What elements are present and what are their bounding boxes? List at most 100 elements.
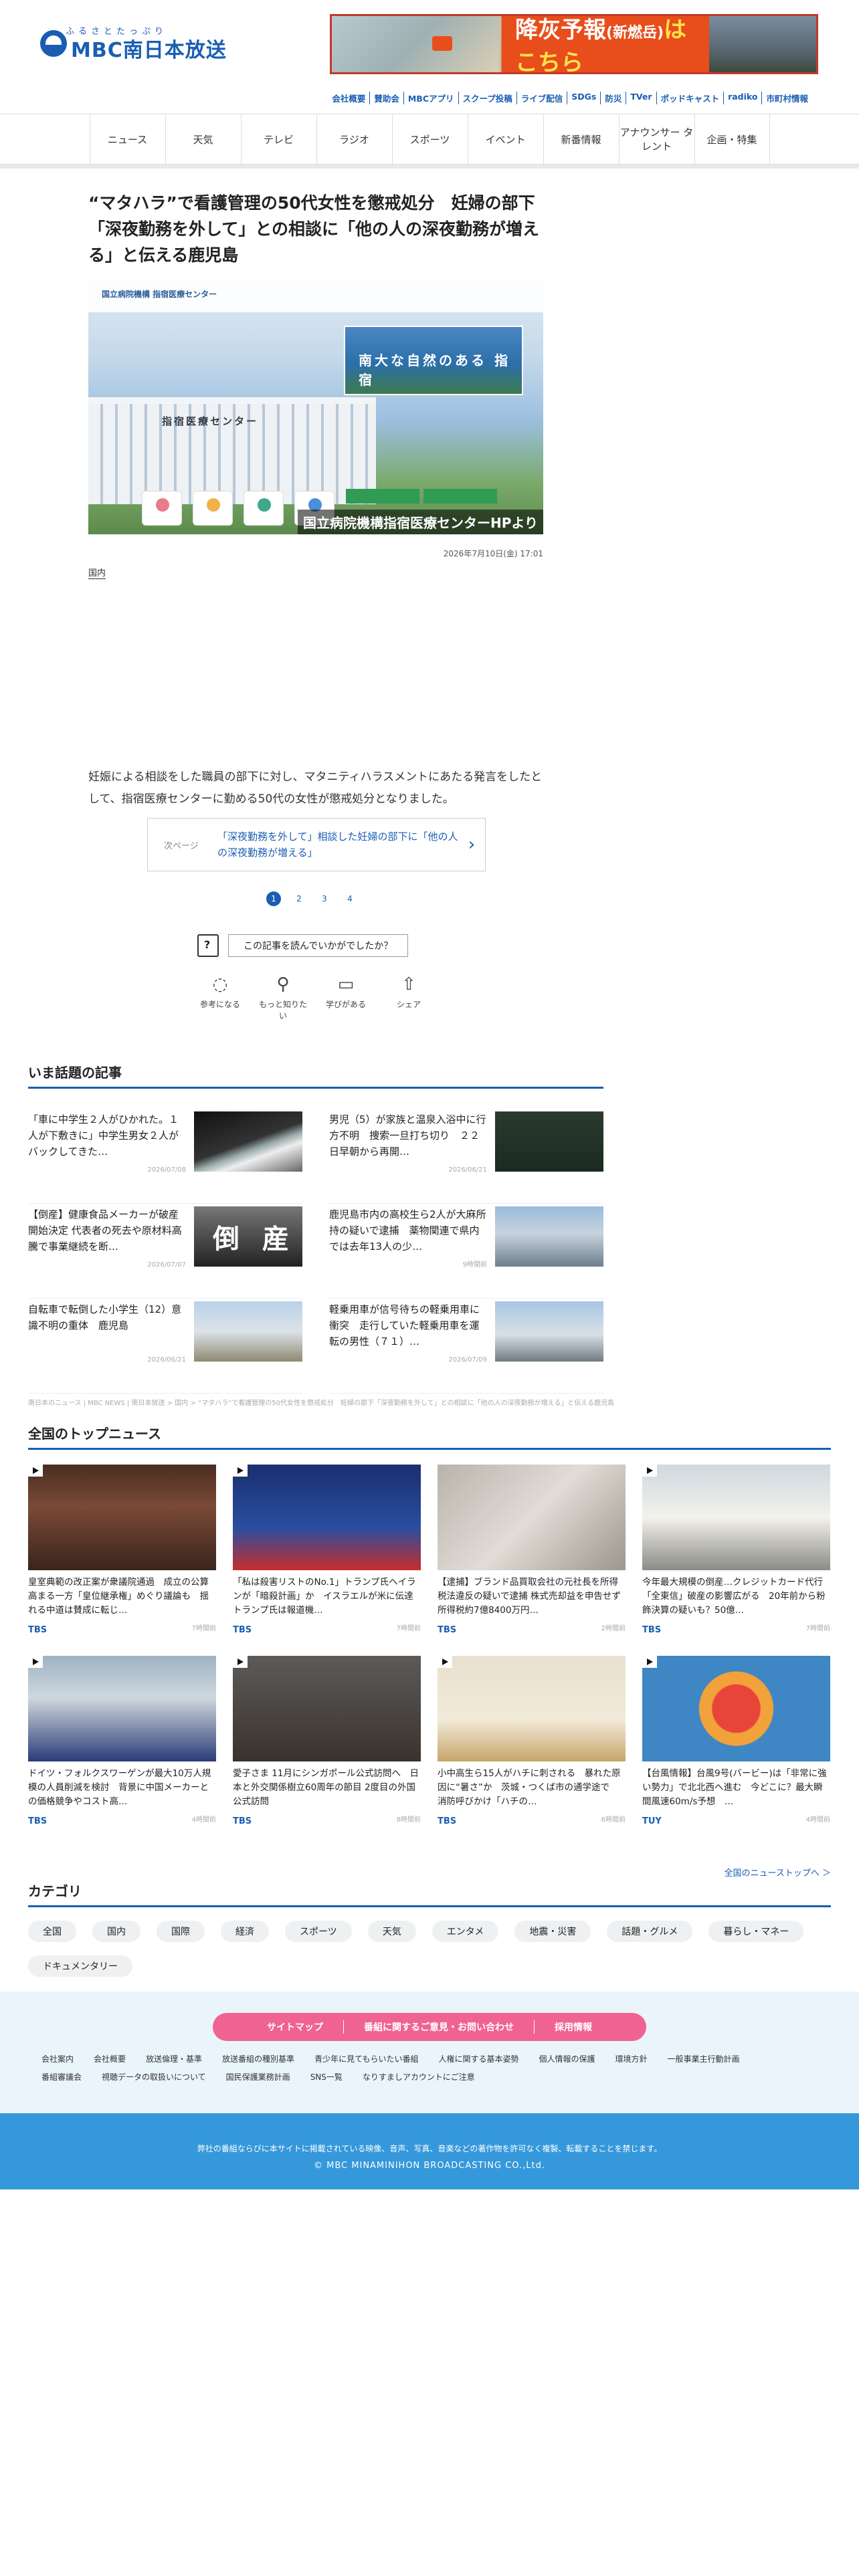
news-card[interactable]: 愛子さま 11月にシンガポール公式訪問へ 日本と外交関係樹立60周年の節目 2度… (233, 1656, 421, 1828)
category-pill[interactable]: 国際 (157, 1921, 205, 1942)
nav-item-new-programs[interactable]: 新番情報 (543, 114, 619, 164)
trending-article[interactable]: 鹿児島市内の高校生ら2人が大麻所持の疑いで逮捕 薬物関連で県内では去年13人の少… (329, 1204, 603, 1299)
footer-link[interactable]: 個人情報の保護 (539, 2053, 595, 2064)
pagination: 1 2 3 4 (266, 891, 357, 906)
sitemap-button[interactable]: サイトマップ (247, 2020, 343, 2034)
page-4[interactable]: 4 (343, 891, 357, 906)
photo-island-banner: 南大な自然のある 指宿 (344, 326, 523, 396)
trending-article[interactable]: 【倒産】健康食品メーカーが破産開始決定 代表者の死去や原材料高騰で事業継続を断…… (28, 1204, 302, 1299)
nav-item-sports[interactable]: スポーツ (391, 114, 468, 164)
footer-link[interactable]: 青少年に見てもらいたい番組 (314, 2053, 418, 2064)
trending-article[interactable]: 軽乗用車が信号待ちの軽乗用車に衝突 走行していた軽乗用車を運転の男性（７１）… 2… (329, 1299, 603, 1394)
next-page-title: 「深夜勤務を外して」相談した妊婦の部下に「他の人の深夜勤務が増える」 (217, 831, 458, 859)
thumbnail (233, 1656, 421, 1762)
footer-link[interactable]: 番組審議会 (41, 2071, 82, 2082)
footer-link[interactable]: 放送倫理・基準 (146, 2053, 202, 2064)
reaction-buttons: ◌ 参考になる ⚲ もっと知りたい ▭ 学びがある ⇧ シェア (194, 974, 435, 1021)
footer-link[interactable]: 会社概要 (94, 2053, 126, 2064)
category-pill[interactable]: 全国 (28, 1921, 76, 1942)
site-header: ふるさとたっぷり MBC南日本放送 降灰予報(新燃岳)はこちら 会社概要 賛助会… (0, 0, 859, 114)
category-pill[interactable]: 話題・グルメ (607, 1921, 693, 1942)
category-pill[interactable]: 暮らし・マネー (708, 1921, 804, 1942)
lightbulb-icon: ◌ (212, 974, 228, 994)
reaction-share[interactable]: ⇧ シェア (383, 974, 435, 1021)
util-link[interactable]: TVer (626, 92, 656, 104)
trending-article[interactable]: 自転車で転倒した小学生（12）意識不明の重体 鹿児島 2026/06/21 (28, 1299, 302, 1394)
category-tag[interactable]: 国内 (88, 566, 106, 580)
nav-item-tv[interactable]: テレビ (240, 114, 316, 164)
footer-link[interactable]: 環境方針 (615, 2053, 648, 2064)
reaction-want-more[interactable]: ⚲ もっと知りたい (257, 974, 309, 1021)
next-page-label: 次ページ (164, 841, 199, 851)
thumbnail (438, 1465, 626, 1570)
footer-link[interactable]: 国民保護業務計画 (226, 2071, 290, 2082)
reaction-learned[interactable]: ▭ 学びがある (320, 974, 372, 1021)
nav-item-announcers[interactable]: アナウンサー タレント (618, 114, 694, 164)
trending-article[interactable]: 「車に中学生２人がひかれた。１人が下敷きに」中学生男女２人がバックしてきた… 20… (28, 1109, 302, 1204)
nav-item-weather[interactable]: 天気 (165, 114, 241, 164)
news-card[interactable]: 【台風情報】台風9号(バービー)は「非常に強い勢力」で北北西へ進む 今どこに？最… (642, 1656, 830, 1828)
nav-item-radio[interactable]: ラジオ (316, 114, 392, 164)
news-card[interactable]: 【逮捕】ブランド品買取会社の元社長を所得税法違反の疑いで逮捕 株式売却益を申告せ… (438, 1465, 626, 1637)
trending-article[interactable]: 男児（5）が家族と温泉入浴中に行方不明 捜索一旦打ち切り ２２日早朝から再開… 2… (329, 1109, 603, 1204)
util-link[interactable]: 賛助会 (369, 92, 403, 104)
util-link[interactable]: SDGs (567, 92, 600, 104)
page-2[interactable]: 2 (292, 891, 306, 906)
nav-item-news[interactable]: ニュース (89, 114, 165, 164)
national-news-title: 全国のトップニュース (28, 1423, 831, 1450)
thumbnail (642, 1656, 830, 1762)
photo-button-icon (193, 491, 233, 526)
reaction-helpful[interactable]: ◌ 参考になる (194, 974, 246, 1021)
utility-links: 会社概要 賛助会 MBCアプリ スクープ投稿 ライブ配信 SDGs 防災 TVe… (328, 92, 812, 104)
footer-link[interactable]: 放送番組の種別基準 (222, 2053, 294, 2064)
site-logo[interactable]: MBC南日本放送 (40, 24, 227, 63)
util-link[interactable]: スクープ投稿 (458, 92, 516, 104)
footer-link[interactable]: SNS一覧 (310, 2071, 343, 2082)
category-pill[interactable]: エンタメ (432, 1921, 499, 1942)
category-title: カテゴリ (28, 1881, 831, 1907)
article: “マタハラ”で看護管理の50代女性を懲戒処分 妊婦の部下「深夜勤務を外して」との… (88, 191, 543, 810)
recruit-button[interactable]: 採用情報 (534, 2020, 612, 2034)
article-photo: 国立病院機構 指宿医療センター 南大な自然のある 指宿 指宿医療センター 国立病… (88, 280, 543, 535)
category-pill[interactable]: 経済 (221, 1921, 269, 1942)
category-pill[interactable]: 国内 (92, 1921, 140, 1942)
news-card[interactable]: ドイツ・フォルクスワーゲンが最大10万人規模の人員削減を検討 背景に中国メーカー… (28, 1656, 216, 1828)
national-news-more-link[interactable]: 全国のニューストップへ ＞ (725, 1866, 831, 1879)
util-link[interactable]: 市町村情報 (761, 92, 812, 104)
util-link[interactable]: 会社概要 (328, 92, 369, 104)
thumbnail (495, 1301, 603, 1362)
page-3[interactable]: 3 (317, 891, 332, 906)
photo-brand-text: 国立病院機構 指宿医療センター (102, 290, 217, 300)
ashfall-forecast-banner[interactable]: 降灰予報(新燃岳)はこちら (330, 14, 818, 74)
news-card[interactable]: 今年最大規模の倒産…クレジットカード代行「全東信」破産の影響広がる 20年前から… (642, 1465, 830, 1637)
news-card[interactable]: 「私は殺害リストのNo.1」トランプ氏へイランが「暗殺計画」か イスラエルが米に… (233, 1465, 421, 1637)
contact-button[interactable]: 番組に関するご意見・お問い合わせ (343, 2020, 534, 2034)
footer-link[interactable]: 視聴データの取扱いについて (102, 2071, 206, 2082)
page-1[interactable]: 1 (266, 891, 281, 906)
footer-link[interactable]: 人権に関する基本姿勢 (438, 2053, 518, 2064)
util-link[interactable]: ポッドキャスト (656, 92, 724, 104)
news-card[interactable]: 皇室典範の改正案が衆議院通過 成立の公算高まる一方「皇位継承権」めぐり議論も 揺… (28, 1465, 216, 1637)
nav-item-events[interactable]: イベント (467, 114, 543, 164)
util-link[interactable]: MBCアプリ (403, 92, 458, 104)
category-pill[interactable]: スポーツ (285, 1921, 352, 1942)
category-pill[interactable]: ドキュメンタリー (28, 1955, 132, 1977)
play-icon (438, 1656, 452, 1669)
trending-title: いま話題の記事 (28, 1062, 603, 1089)
next-page-link[interactable]: 次ページ 「深夜勤務を外して」相談した妊婦の部下に「他の人の深夜勤務が増える」 … (147, 818, 486, 871)
play-icon (642, 1465, 657, 1477)
footer-link[interactable]: 一般事業主行動計画 (668, 2053, 740, 2064)
util-link[interactable]: radiko (723, 92, 761, 104)
footer-link[interactable]: なりすましアカウントにご注意 (363, 2071, 475, 2082)
util-link[interactable]: ライブ配信 (516, 92, 567, 104)
category-pill[interactable]: 天気 (367, 1921, 416, 1942)
magnifier-icon: ⚲ (276, 974, 290, 994)
util-link[interactable]: 防災 (600, 92, 626, 104)
footer-link[interactable]: 会社案内 (41, 2053, 74, 2064)
play-icon (28, 1465, 43, 1477)
category-pill[interactable]: 地震・災害 (514, 1921, 591, 1942)
news-card[interactable]: 小中高生ら15人がハチに刺される 暴れた原因に“暑さ”か 茨城・つくば市の通学途… (438, 1656, 626, 1828)
nav-item-features[interactable]: 企画・特集 (694, 114, 770, 164)
divider (0, 165, 859, 169)
feedback-question: この記事を読んでいかがでしたか？ (228, 934, 409, 957)
